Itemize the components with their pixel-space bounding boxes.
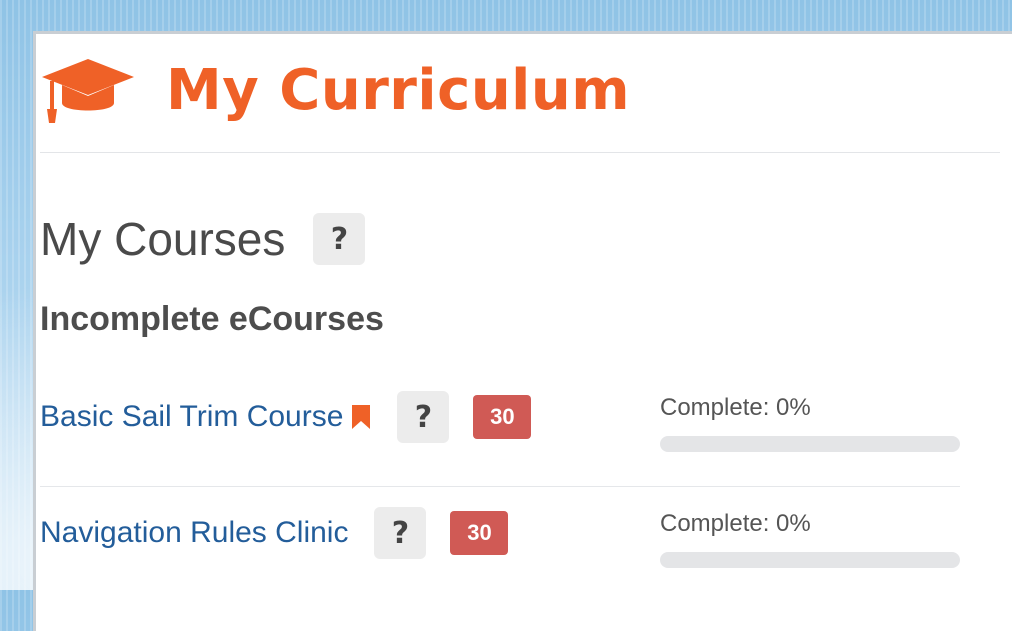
my-courses-heading-row: My Courses ?	[40, 212, 366, 266]
incomplete-ecourses-heading: Incomplete eCourses	[40, 300, 384, 338]
graduation-cap-icon	[42, 59, 134, 123]
my-courses-heading: My Courses	[40, 213, 286, 265]
points-badge: 30	[473, 395, 532, 439]
course-title-group: Navigation Rules Clinic ? 30	[40, 507, 509, 559]
points-badge: 30	[450, 511, 509, 555]
bookmark-icon[interactable]	[351, 404, 371, 430]
page-header: My Curriculum	[40, 50, 630, 130]
course-title-group: Basic Sail Trim Course ? 30	[40, 391, 532, 443]
course-row: Navigation Rules Clinic ? 30 Complete: 0…	[40, 488, 960, 578]
course-link[interactable]: Basic Sail Trim Course	[40, 400, 343, 434]
my-courses-help-button[interactable]: ?	[313, 213, 366, 265]
course-progress: Complete: 0%	[660, 510, 960, 568]
course-row: Basic Sail Trim Course ? 30 Complete: 0%	[40, 372, 960, 462]
course-help-button[interactable]: ?	[397, 391, 450, 443]
progress-label: Complete: 0%	[660, 510, 811, 537]
progress-bar	[660, 552, 960, 568]
course-progress: Complete: 0%	[660, 394, 960, 452]
progress-label: Complete: 0%	[660, 394, 811, 421]
progress-bar	[660, 436, 960, 452]
header-divider	[40, 152, 1000, 153]
course-row-divider	[40, 486, 960, 487]
course-link[interactable]: Navigation Rules Clinic	[40, 516, 348, 550]
page-title: My Curriculum	[166, 57, 631, 123]
course-help-button[interactable]: ?	[374, 507, 427, 559]
